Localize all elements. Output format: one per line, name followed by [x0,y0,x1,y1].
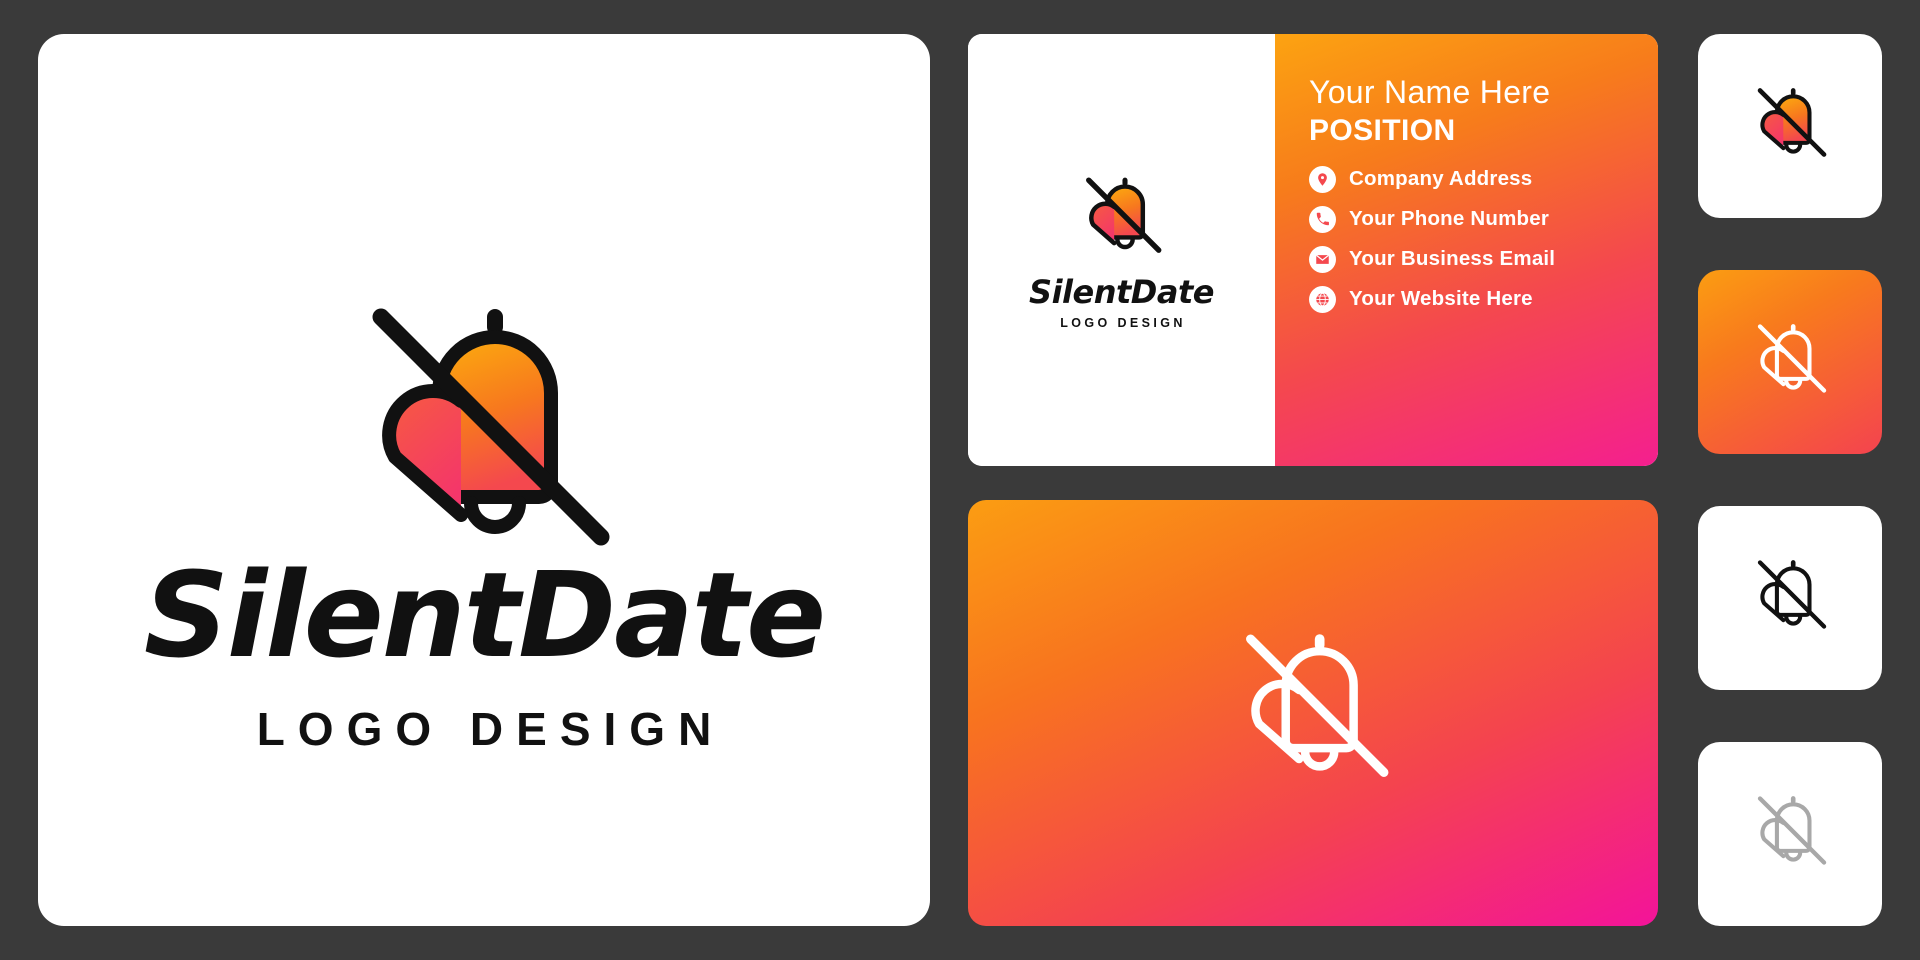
silent-bell-outline-grey-icon [1757,796,1827,865]
main-subtitle: LOGO DESIGN [256,703,725,755]
icon-tile-white-black-mark [1698,506,1882,690]
card-wordmark: SilentDate [1029,272,1214,311]
silent-bell-color-icon [1757,88,1827,157]
silent-bell-outline-black-icon [1757,560,1827,629]
main-wordmark: SilentDate [143,546,826,684]
icon-tile-white-grey-mark [1698,742,1882,926]
gradient-showcase-panel [968,500,1658,926]
contact-website-label: Your Website Here [1349,287,1533,311]
envelope-icon [1309,245,1336,273]
phone-icon [1309,205,1336,233]
logo-presentation-board: SilentDate LOGO DESIGN SilentDate LOGO D… [0,0,1920,960]
app-icon-variations-column [1698,34,1882,926]
card-silent-bell-logo-icon [1069,171,1174,267]
card-subtitle: LOGO DESIGN [1060,315,1186,330]
globe-icon [1309,285,1336,313]
board-grid: SilentDate LOGO DESIGN SilentDate LOGO D… [38,34,1882,926]
business-card-back: Your Name Here POSITION Company Address … [1275,34,1658,466]
contact-row-address: Company Address [1309,165,1628,193]
silent-bell-logo-icon [319,289,649,589]
location-pin-icon [1309,165,1336,193]
main-logo-panel: SilentDate LOGO DESIGN [38,34,930,926]
contact-row-phone: Your Phone Number [1309,205,1628,233]
business-card-mockup: SilentDate LOGO DESIGN Your Name Here PO… [968,34,1658,466]
contact-row-website: Your Website Here [1309,285,1628,313]
silent-bell-outline-white-icon [1757,324,1827,393]
contact-address-label: Company Address [1349,167,1533,191]
contact-phone-label: Your Phone Number [1349,207,1550,231]
contact-email-label: Your Business Email [1349,247,1556,271]
silent-bell-outline-white-icon [1246,634,1389,777]
icon-tile-white-color-mark [1698,34,1882,218]
contact-row-email: Your Business Email [1309,245,1628,273]
card-name-line: Your Name Here [1309,74,1551,110]
card-position-line: POSITION [1309,113,1456,147]
icon-tile-gradient-white-mark [1698,270,1882,454]
business-card-front: SilentDate LOGO DESIGN [968,34,1275,466]
